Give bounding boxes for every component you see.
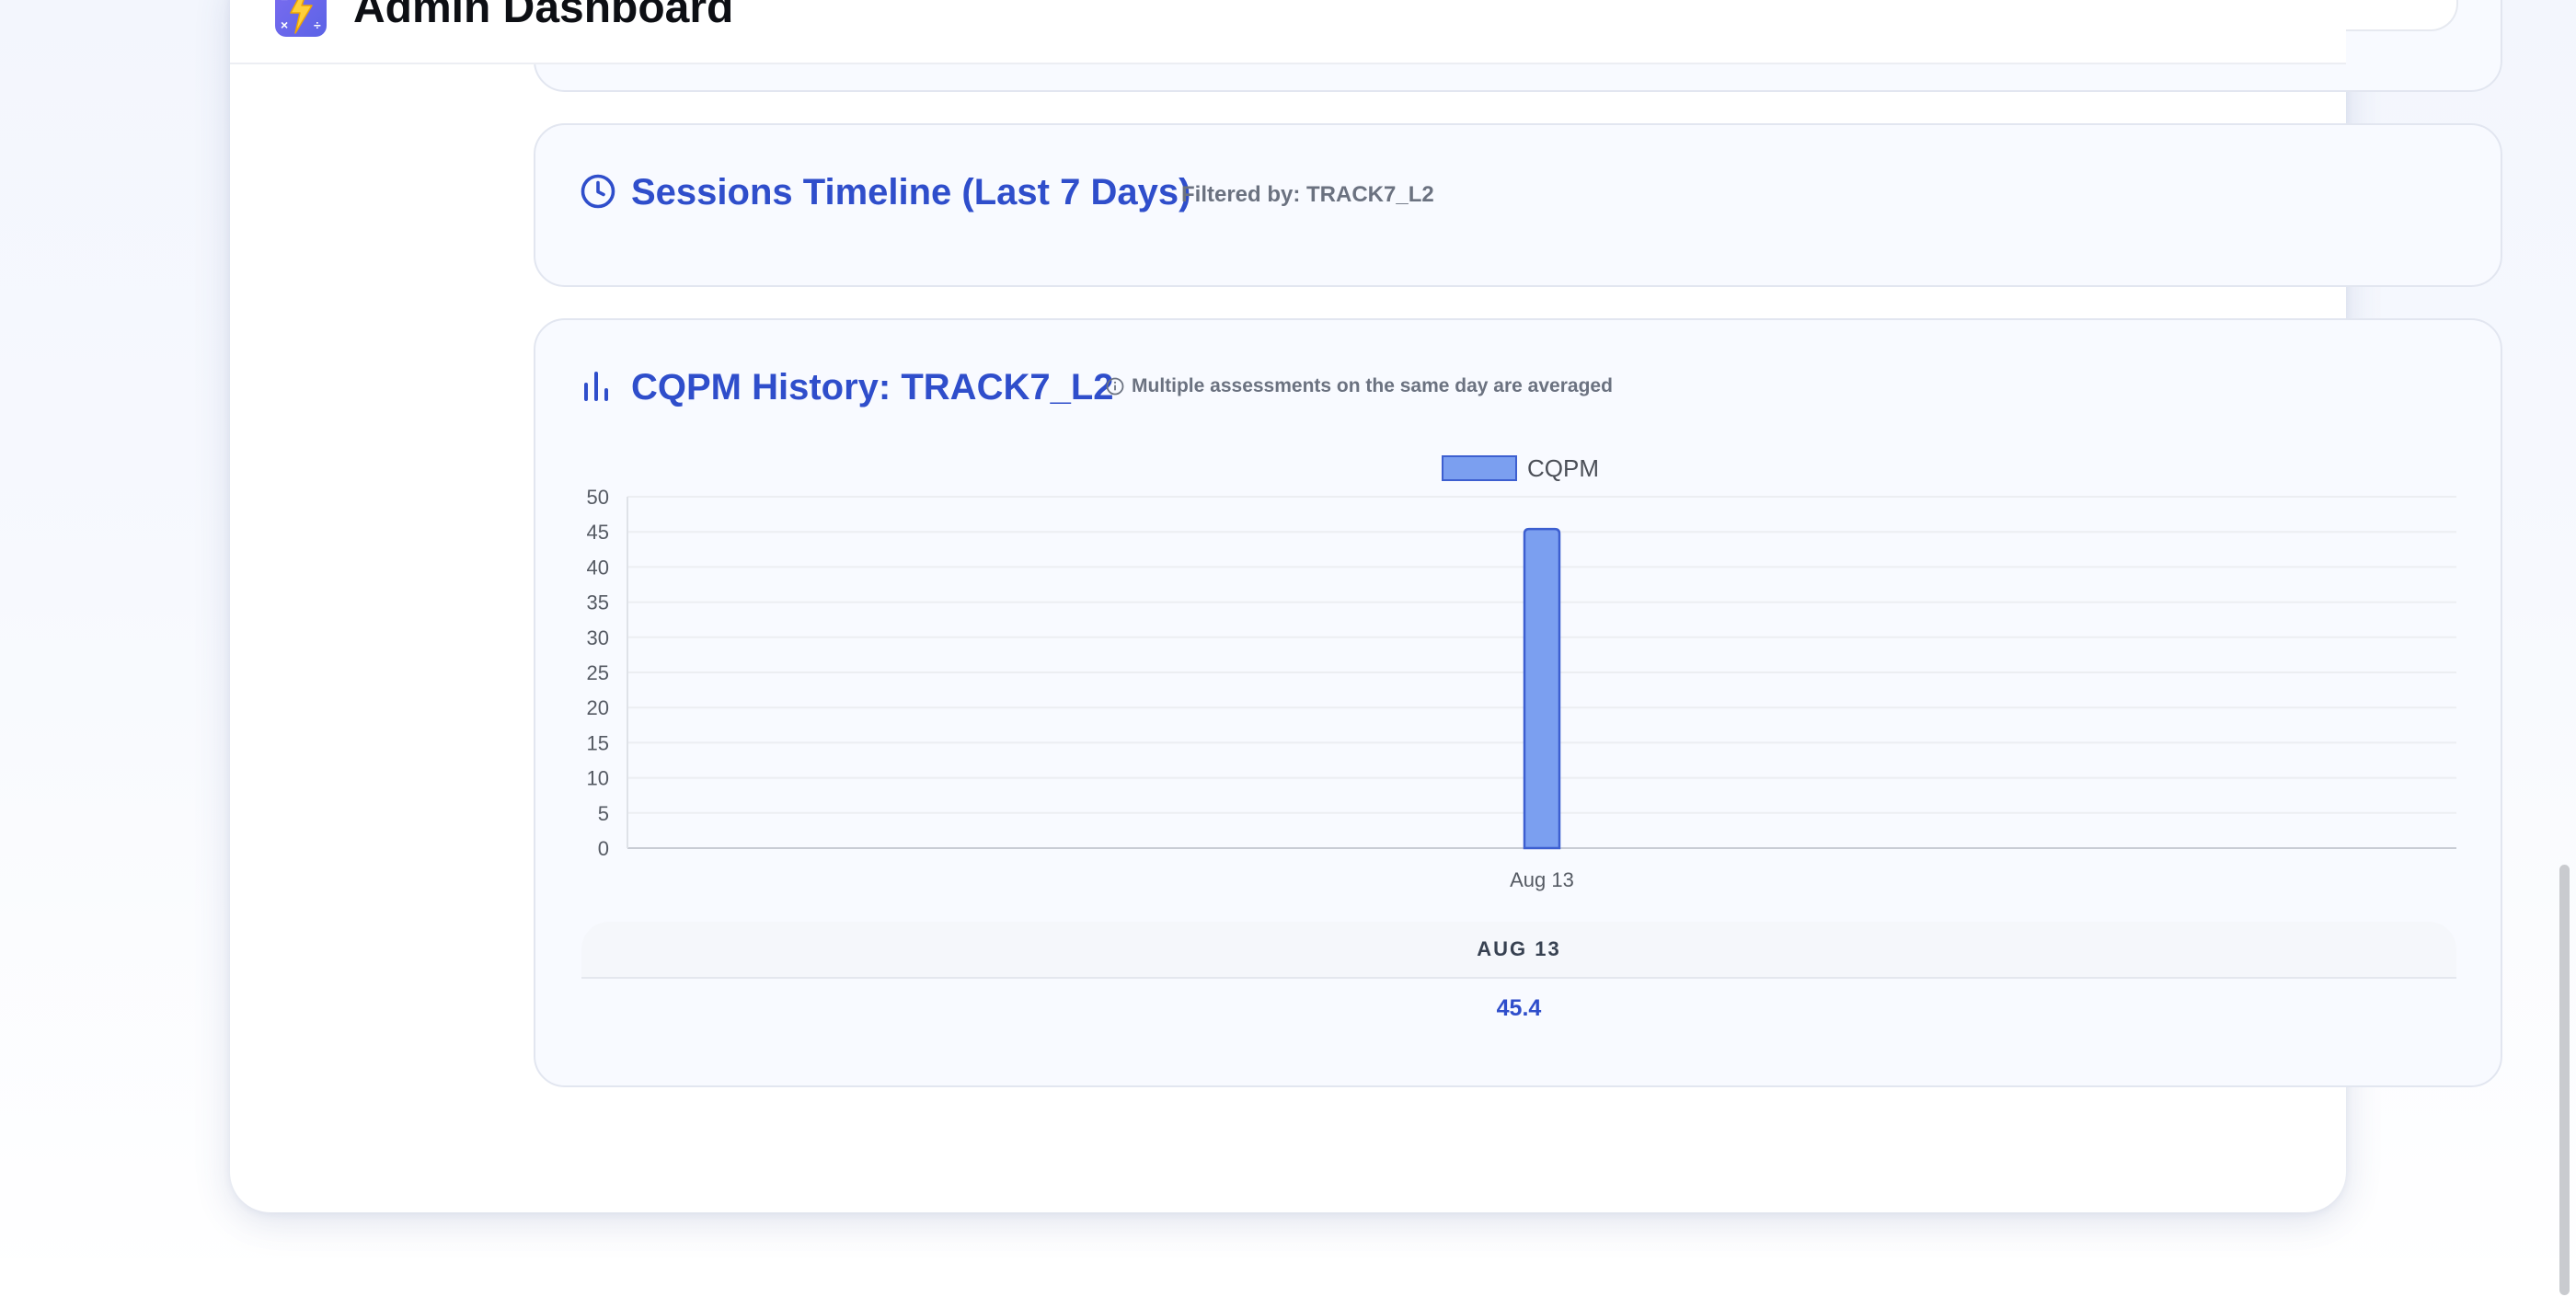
y-tick-label: 40 [587,556,609,579]
y-tick-label: 30 [587,626,609,649]
cqpm-history-card: CQPM History: TRACK7_L2 Multiple assessm… [534,318,2502,1087]
app-title: Admin Dashboard [353,0,734,32]
y-tick-label: 20 [587,696,609,719]
svg-text:−: − [281,0,288,6]
app-header: × ÷ − Admin Dashboard [230,0,2346,64]
table-column-header: AUG 13 [1477,937,1561,960]
lightning-math-logo: × ÷ − [275,0,327,37]
y-tick-label: 10 [587,767,609,790]
sessions-title: Sessions Timeline (Last 7 Days) [631,172,1191,212]
y-tick-label: 5 [598,802,609,825]
y-tick-label: 35 [587,591,609,614]
svg-text:÷: ÷ [314,17,321,32]
table-row: 45.4 [581,979,2456,1038]
y-tick-label: 25 [587,661,609,684]
sessions-timeline-card: Sessions Timeline (Last 7 Days) Filtered… [534,123,2502,287]
y-tick-label: 45 [587,521,609,544]
scrollbar-thumb[interactable] [2559,865,2570,1295]
y-tick-label: 0 [598,837,609,860]
x-tick-label: Aug 13 [1510,868,1574,891]
legend-label: CQPM [1527,454,1599,482]
y-tick-label: 15 [587,731,609,754]
clock-icon [581,174,615,209]
cqpm-table-header: AUG 13 [581,922,2456,979]
chart-bar [1523,527,1561,850]
table-cell-value: 45.4 [1496,994,1542,1021]
dashboard-panel: Sessions Timeline (Last 7 Days) Filtered… [230,0,2502,1212]
page-footer-strip [0,1258,2576,1297]
y-tick-label: 50 [587,486,609,509]
legend-swatch [1442,455,1517,481]
svg-text:×: × [281,17,288,32]
sessions-filter-label: Filtered by: TRACK7_L2 [1181,182,1434,207]
cqpm-bar-chart: CQPM 0 5 10 15 20 25 30 35 40 45 50 Aug 13 [587,454,2456,891]
